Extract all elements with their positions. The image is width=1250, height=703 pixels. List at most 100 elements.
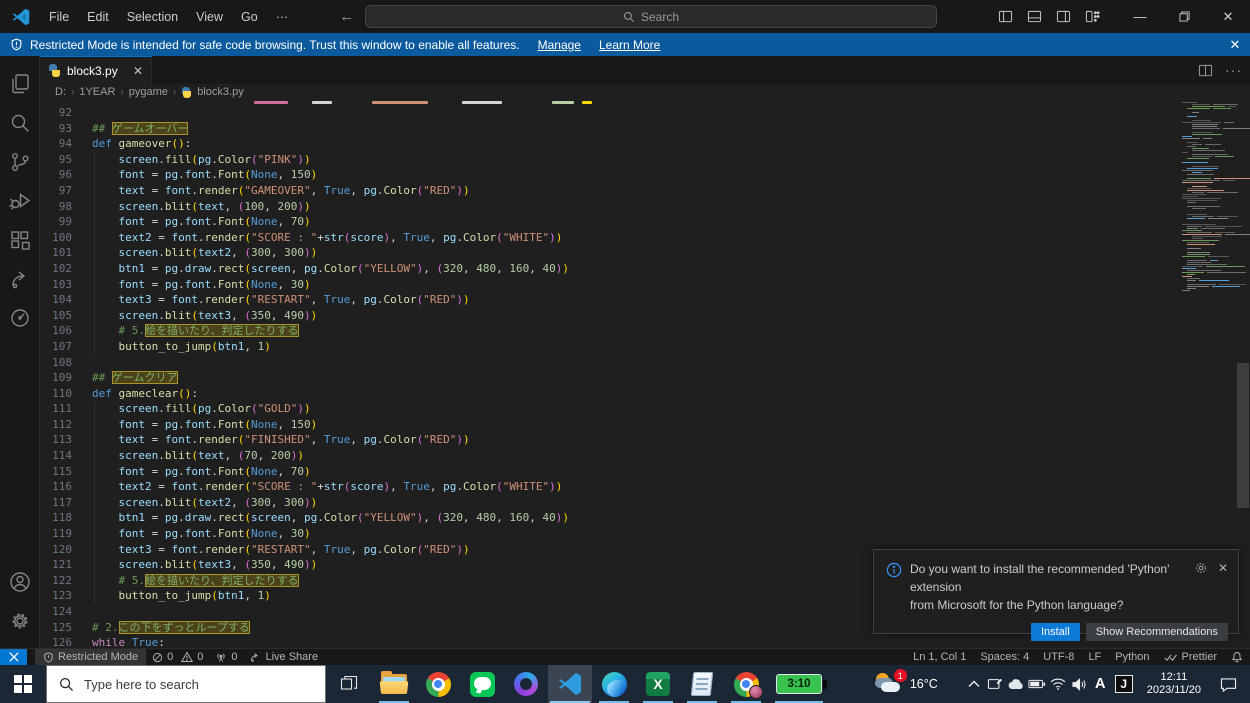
cursor-position-status[interactable]: Ln 1, Col 1 bbox=[906, 649, 973, 666]
broadcast-status[interactable]: 0 bbox=[209, 649, 243, 666]
code-line[interactable]: 95 screen.fill(pg.Color("PINK")) bbox=[40, 151, 1250, 168]
code-line[interactable]: 112 font = pg.font.Font(None, 150) bbox=[40, 416, 1250, 433]
onedrive-tray[interactable] bbox=[1006, 678, 1027, 690]
microsoft-office-button[interactable] bbox=[504, 665, 548, 703]
banner-learn-more-link[interactable]: Learn More bbox=[599, 38, 660, 52]
tab-close-icon[interactable]: ✕ bbox=[133, 64, 143, 78]
menu-edit[interactable]: Edit bbox=[78, 6, 118, 28]
code-line[interactable]: 114 screen.blit(text, (70, 200)) bbox=[40, 448, 1250, 464]
code-line[interactable]: 94 def gameover(): bbox=[40, 136, 1250, 152]
code-line[interactable]: 92 bbox=[40, 105, 1250, 121]
editor-more-actions-icon[interactable]: ··· bbox=[1225, 62, 1242, 78]
live-share-icon[interactable] bbox=[0, 259, 40, 298]
source-control-icon[interactable] bbox=[0, 142, 40, 181]
nav-back-icon[interactable]: ← bbox=[339, 8, 354, 25]
timeline-clock-icon[interactable] bbox=[0, 298, 40, 337]
clock-widget[interactable]: 12:11 2023/11/20 bbox=[1137, 671, 1211, 697]
encoding-status[interactable]: UTF-8 bbox=[1036, 649, 1081, 666]
code-line[interactable]: 119 font = pg.font.Font(None, 30) bbox=[40, 526, 1250, 542]
restricted-mode-status[interactable]: Restricted Mode bbox=[35, 648, 147, 666]
code-line[interactable]: 108 bbox=[40, 355, 1250, 371]
show-recommendations-button[interactable]: Show Recommendations bbox=[1085, 623, 1228, 641]
run-debug-icon[interactable] bbox=[0, 181, 40, 220]
weather-widget[interactable]: 1 16°C bbox=[874, 669, 938, 695]
code-line[interactable]: 99 font = pg.font.Font(None, 70) bbox=[40, 214, 1250, 230]
live-share-status[interactable]: Live Share bbox=[243, 649, 324, 666]
indentation-status[interactable]: Spaces: 4 bbox=[973, 649, 1036, 666]
split-editor-icon[interactable] bbox=[1198, 63, 1213, 78]
menu-view[interactable]: View bbox=[187, 6, 232, 28]
code-line[interactable]: 98 screen.blit(text, (100, 200)) bbox=[40, 198, 1250, 215]
menu-more[interactable]: ··· bbox=[267, 6, 298, 28]
code-line[interactable]: 97 text = font.render("GAMEOVER", True, … bbox=[40, 182, 1250, 199]
code-line[interactable]: 118 btn1 = pg.draw.rect(screen, pg.Color… bbox=[40, 510, 1250, 526]
code-line[interactable]: 111 screen.fill(pg.Color("GOLD")) bbox=[40, 401, 1250, 417]
volume-tray[interactable] bbox=[1069, 677, 1090, 691]
toggle-sidebar-icon[interactable] bbox=[998, 9, 1013, 24]
minimap[interactable] bbox=[1182, 102, 1250, 292]
code-line[interactable]: 93 ## ゲームオーバー bbox=[40, 121, 1250, 137]
banner-close-icon[interactable]: ✕ bbox=[1220, 37, 1250, 53]
vertical-scrollbar[interactable] bbox=[1237, 363, 1249, 508]
toggle-secondary-sidebar-icon[interactable] bbox=[1056, 9, 1071, 24]
command-search-box[interactable]: Search bbox=[365, 5, 937, 28]
tab-block3-py[interactable]: block3.py ✕ bbox=[40, 56, 152, 84]
tablet-mode-tray[interactable] bbox=[985, 677, 1006, 691]
vscode-taskbar-button[interactable] bbox=[548, 665, 592, 703]
menu-file[interactable]: File bbox=[40, 6, 78, 28]
ime-tool-indicator[interactable]: J bbox=[1111, 675, 1137, 693]
code-line[interactable]: 101 screen.blit(text2, (300, 300)) bbox=[40, 245, 1250, 261]
tray-overflow-chevron[interactable] bbox=[964, 680, 985, 688]
menu-selection[interactable]: Selection bbox=[118, 6, 187, 28]
code-line[interactable]: 113 text = font.render("FINISHED", True,… bbox=[40, 432, 1250, 448]
code-line[interactable]: 105 screen.blit(text3, (350, 490)) bbox=[40, 307, 1250, 324]
settings-gear-icon[interactable] bbox=[0, 601, 40, 640]
toggle-panel-icon[interactable] bbox=[1027, 9, 1042, 24]
problems-status[interactable]: 0 0 bbox=[146, 649, 209, 666]
accounts-icon[interactable] bbox=[0, 562, 40, 601]
close-window-button[interactable]: ✕ bbox=[1206, 0, 1250, 33]
code-line[interactable]: 117 screen.blit(text2, (300, 300)) bbox=[40, 494, 1250, 511]
install-button[interactable]: Install bbox=[1030, 623, 1080, 641]
banner-manage-link[interactable]: Manage bbox=[538, 38, 581, 52]
explorer-icon[interactable] bbox=[0, 64, 40, 103]
notifications-bell[interactable] bbox=[1224, 649, 1250, 666]
chrome-button[interactable] bbox=[416, 665, 460, 703]
code-line[interactable]: 96 font = pg.font.Font(None, 150) bbox=[40, 167, 1250, 183]
customize-layout-icon[interactable] bbox=[1085, 9, 1100, 24]
excel-button[interactable]: X bbox=[636, 665, 680, 703]
notification-settings-gear-icon[interactable] bbox=[1194, 561, 1208, 575]
code-line[interactable]: 109 ## ゲームクリア bbox=[40, 370, 1250, 386]
battery-tray[interactable] bbox=[1027, 679, 1048, 689]
battery-time-widget[interactable]: 3:10 bbox=[768, 665, 830, 703]
code-line[interactable]: 110 def gameclear(): bbox=[40, 386, 1250, 402]
code-line[interactable]: 104 text3 = font.render("RESTART", True,… bbox=[40, 292, 1250, 308]
file-explorer-button[interactable] bbox=[372, 665, 416, 703]
code-line[interactable]: 115 font = pg.font.Font(None, 70) bbox=[40, 463, 1250, 480]
code-line[interactable]: 116 text2 = font.render("SCORE : "+str(s… bbox=[40, 479, 1250, 495]
breadcrumb-pygame[interactable]: pygame bbox=[129, 86, 168, 98]
breadcrumb-drive[interactable]: D: bbox=[55, 86, 66, 98]
code-line[interactable]: 103 font = pg.font.Font(None, 30) bbox=[40, 276, 1250, 293]
edge-button[interactable] bbox=[592, 665, 636, 703]
formatter-status[interactable]: Prettier bbox=[1157, 649, 1224, 666]
breadcrumb-file[interactable]: block3.py bbox=[197, 86, 243, 98]
code-editor[interactable]: 92 93 ## ゲームオーバー 94 def gameover(): 95 screen… bbox=[40, 100, 1250, 648]
notepad-button[interactable] bbox=[680, 665, 724, 703]
minimize-button[interactable]: — bbox=[1118, 0, 1162, 33]
breadcrumb[interactable]: D: › 1YEAR › pygame › block3.py bbox=[40, 84, 1250, 100]
restore-button[interactable] bbox=[1162, 0, 1206, 33]
line-app-button[interactable] bbox=[460, 665, 504, 703]
taskbar-search-box[interactable]: Type here to search bbox=[46, 665, 326, 703]
task-view-button[interactable] bbox=[326, 665, 372, 703]
code-line[interactable]: 106 # 5.絵を描いたり、判定したりする bbox=[40, 323, 1250, 339]
language-mode-status[interactable]: Python bbox=[1108, 649, 1156, 666]
code-line[interactable]: 102 btn1 = pg.draw.rect(screen, pg.Color… bbox=[40, 260, 1250, 277]
menu-go[interactable]: Go bbox=[232, 6, 267, 28]
chrome-profile-button[interactable] bbox=[724, 665, 768, 703]
remote-indicator[interactable] bbox=[0, 648, 27, 666]
start-button[interactable] bbox=[0, 665, 46, 703]
notification-close-icon[interactable]: ✕ bbox=[1218, 561, 1228, 575]
breadcrumb-1year[interactable]: 1YEAR bbox=[79, 86, 115, 98]
code-line[interactable]: 100 text2 = font.render("SCORE : "+str(s… bbox=[40, 229, 1250, 246]
